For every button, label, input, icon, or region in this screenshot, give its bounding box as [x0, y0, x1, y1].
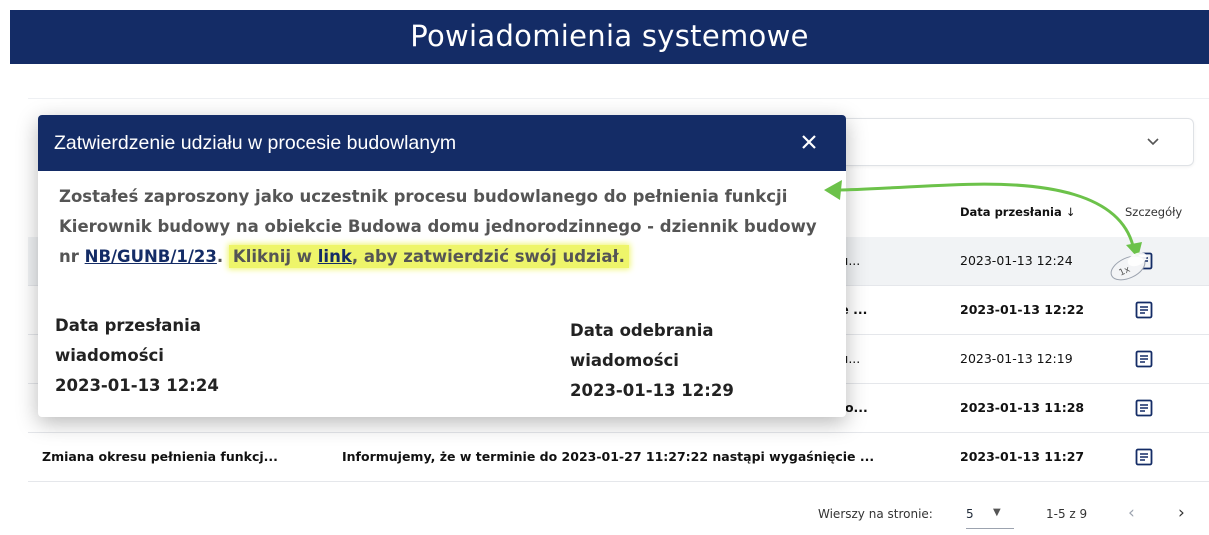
modal-header: Zatwierdzenie udziału w procesie budowla… [38, 115, 846, 171]
row-snippet: Informujemy, że w terminie do 2023-01-27… [342, 449, 875, 464]
table-row[interactable]: Zmiana okresu pełnienia funkcj... Inform… [28, 433, 1209, 482]
row-subject: Zmiana okresu pełnienia funkcj... [42, 449, 278, 464]
chevron-down-icon[interactable] [1145, 133, 1161, 149]
modal-message: Zostałeś zaproszony jako uczestnik proce… [59, 182, 829, 272]
received-date-value: 2023-01-13 12:29 [570, 381, 734, 400]
sort-arrow-icon: ↓ [1065, 205, 1076, 219]
sent-date-block: Data przesłania wiadomości 2023-01-13 12… [55, 311, 219, 401]
confirm-participation-link[interactable]: link [318, 247, 352, 266]
row-date: 2023-01-13 11:28 [960, 400, 1085, 415]
page-title: Powiadomienia systemowe [410, 19, 809, 53]
confirm-highlight: Kliknij w link, aby zatwierdzić swój udz… [228, 245, 629, 268]
rows-per-page-value: 5 [966, 507, 974, 521]
sent-date-label-2: wiadomości [55, 346, 164, 365]
column-header-date-label: Data przesłania [960, 205, 1062, 219]
sent-date-label: Data przesłania [55, 316, 201, 335]
message-text-end: . [216, 247, 224, 266]
page-header: Powiadomienia systemowe [10, 10, 1209, 64]
row-date: 2023-01-13 11:27 [960, 449, 1085, 464]
document-icon[interactable] [1134, 447, 1154, 467]
row-date: 2023-01-13 12:24 [960, 253, 1073, 268]
highlight-text-end: , aby zatwierdzić swój udział. [351, 247, 625, 266]
rows-per-page-label: Wierszy na stronie: [818, 507, 933, 521]
row-date: 2023-01-13 12:19 [960, 351, 1073, 366]
prev-page-icon[interactable]: ‹ [1128, 503, 1135, 523]
rows-per-page-select[interactable]: 5 ▼ [966, 505, 1014, 529]
document-icon[interactable] [1134, 300, 1154, 320]
filter-dropdown[interactable] [820, 118, 1194, 166]
document-icon[interactable] [1134, 398, 1154, 418]
pagination-range: 1-5 z 9 [1046, 507, 1088, 521]
modal-title: Zatwierdzenie udziału w procesie budowla… [54, 132, 457, 154]
column-header-date[interactable]: Data przesłania ↓ [960, 205, 1075, 219]
close-icon[interactable] [798, 131, 820, 153]
next-page-icon[interactable]: › [1178, 503, 1185, 523]
select-caret-icon: ▼ [993, 507, 1001, 518]
column-header-details: Szczegóły [1125, 205, 1183, 219]
notification-modal: Zatwierdzenie udziału w procesie budowla… [38, 115, 846, 417]
row-date: 2023-01-13 12:22 [960, 302, 1085, 317]
highlight-text: Kliknij w [232, 247, 318, 266]
project-link[interactable]: NB/GUNB/1/23 [85, 247, 217, 266]
received-date-block: Data odebrania wiadomości 2023-01-13 12:… [570, 316, 734, 406]
sent-date-value: 2023-01-13 12:24 [55, 376, 219, 395]
document-icon[interactable] [1134, 251, 1154, 271]
received-date-label-2: wiadomości [570, 351, 679, 370]
received-date-label: Data odebrania [570, 321, 714, 340]
document-icon[interactable] [1134, 349, 1154, 369]
